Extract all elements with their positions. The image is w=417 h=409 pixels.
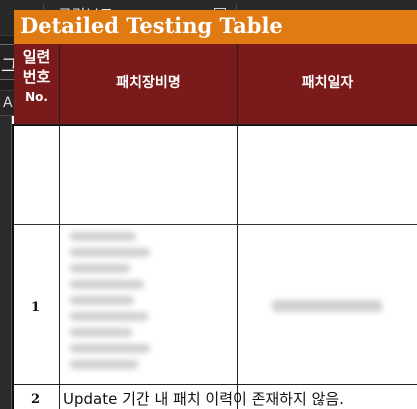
header-number-line3: No. [25,90,48,104]
redacted-content [70,232,136,241]
table-title: Detailed Testing Table [20,13,283,38]
redacted-content [70,264,130,273]
redacted-content [272,300,382,312]
grid-line [59,44,60,409]
grid-line [14,124,417,125]
redacted-content [70,248,150,257]
row-number-cell[interactable]: 1 [31,300,40,315]
column-header-a[interactable]: A [3,95,13,111]
header-number-line2: 번호 [22,68,51,86]
redacted-content [70,280,144,289]
redacted-content [70,296,134,305]
header-date-cell[interactable]: 패치일자 [238,44,417,124]
grid-line [14,224,417,225]
worksheet[interactable] [0,116,417,409]
grid-line [14,384,417,385]
table-title-cell[interactable]: Detailed Testing Table [14,10,417,44]
redacted-content [70,344,150,353]
header-device-label: 패치장비명 [116,75,181,91]
row-number-cell[interactable]: 2 [31,392,40,407]
redacted-content [70,360,138,369]
redacted-content [70,328,132,337]
grid-line [237,44,238,409]
header-number-cell[interactable]: 일련 번호 No. [14,44,59,124]
header-number-line1: 일련 [22,48,51,66]
header-device-cell[interactable]: 패치장비명 [60,44,237,124]
header-date-label: 패치일자 [301,75,354,91]
row-header-strip [0,116,12,409]
redacted-content [70,312,148,321]
row-description[interactable]: Update 기간 내 패치 이력이 존재하지 않음. [63,388,344,409]
